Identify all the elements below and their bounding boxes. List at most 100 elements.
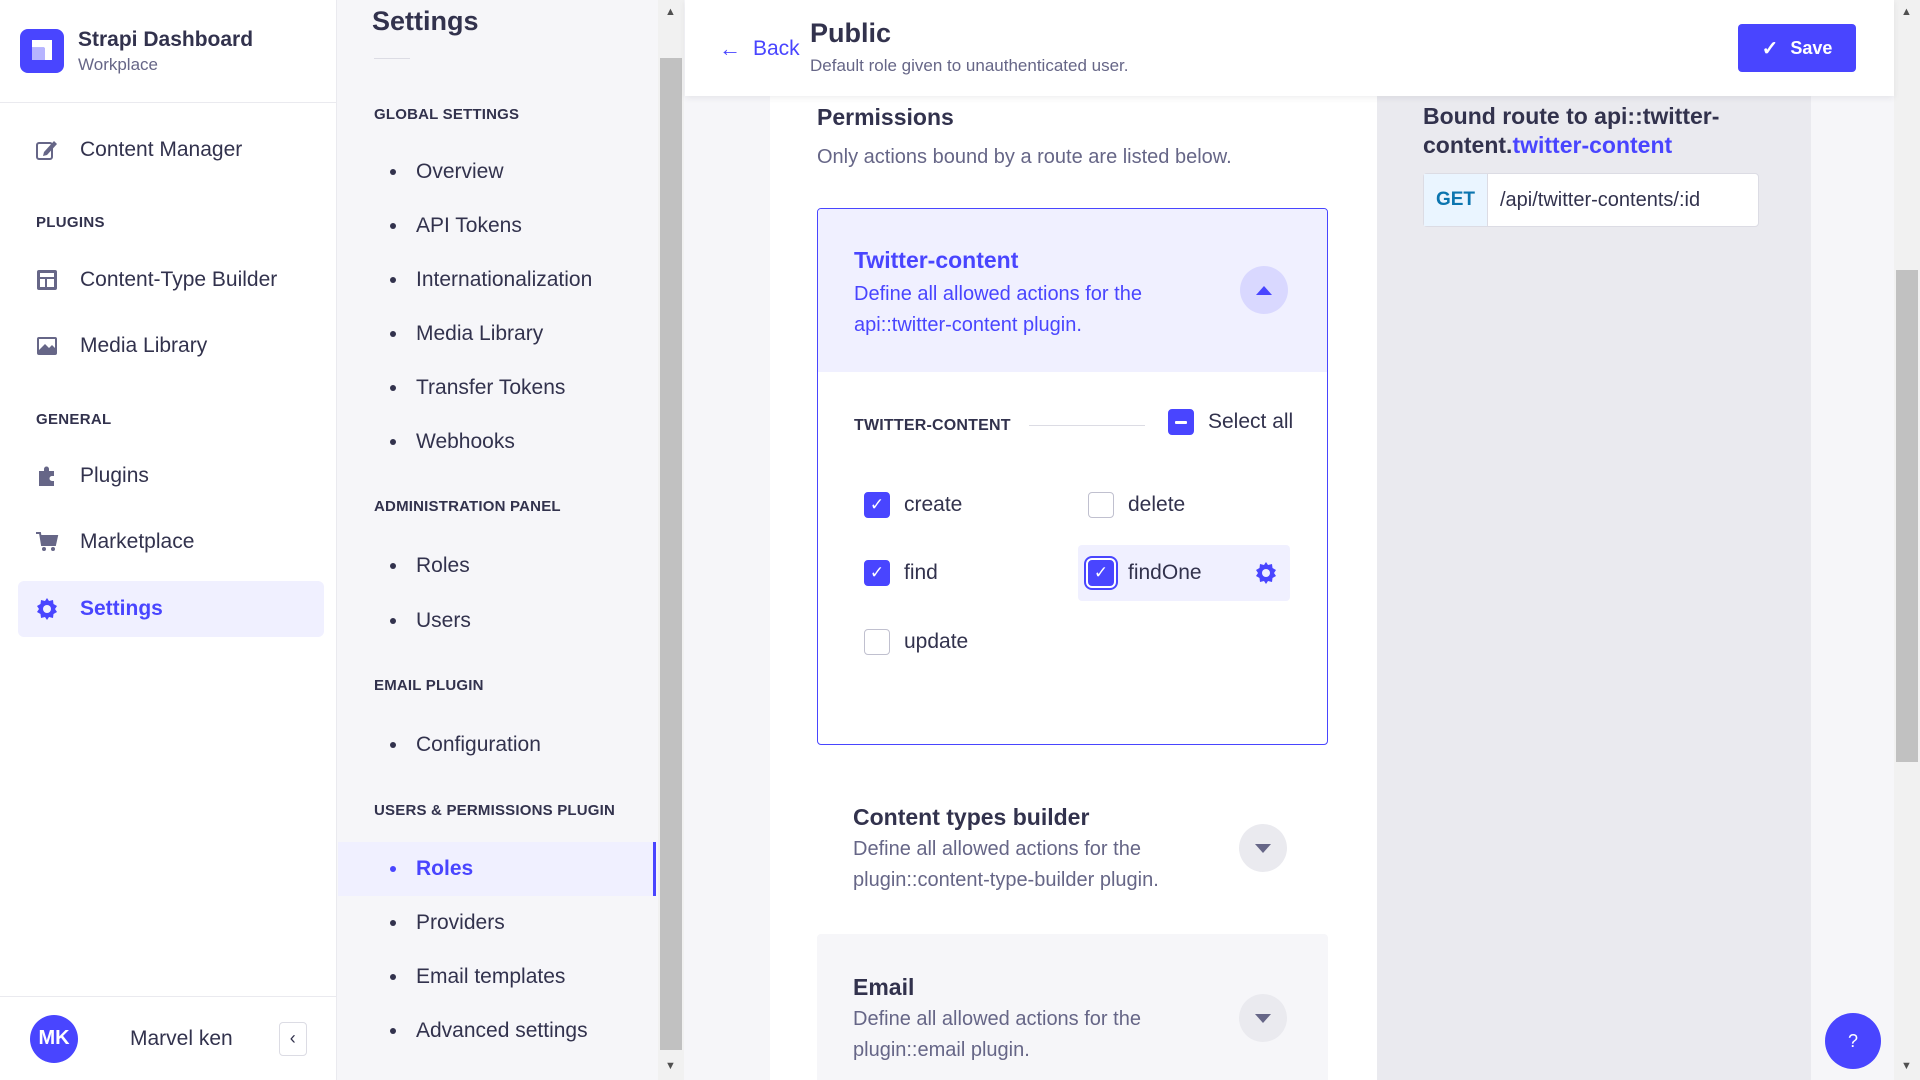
bullet-icon (390, 385, 396, 391)
collapse-nav-button[interactable]: ‹ (278, 1021, 307, 1056)
sub-item-webhooks[interactable]: Webhooks (338, 415, 656, 469)
sub-item-transfer-tokens[interactable]: Transfer Tokens (338, 361, 656, 415)
accordion-header[interactable]: Twitter-content Define all allowed actio… (818, 209, 1327, 372)
sub-item-advanced-settings[interactable]: Advanced settings (338, 1004, 656, 1058)
sub-item-label: Transfer Tokens (416, 376, 566, 399)
nav-label: Settings (80, 597, 163, 620)
main-navigation: Strapi Dashboard Workplace Content Manag… (0, 0, 337, 1080)
accordion-toggle-button[interactable] (1240, 266, 1288, 314)
sub-item-label: API Tokens (416, 214, 522, 237)
sub-item-email-templates[interactable]: Email templates (338, 950, 656, 1004)
bullet-icon (390, 169, 396, 175)
action-update[interactable]: update (854, 614, 968, 670)
nav-label: Media Library (80, 334, 208, 357)
arrow-left-icon: ← (719, 36, 741, 61)
action-delete[interactable]: delete (1078, 477, 1185, 533)
accordion-twitter-content: Twitter-content Define all allowed actio… (817, 208, 1328, 745)
scroll-down-arrow-icon[interactable]: ▼ (665, 1060, 676, 1072)
help-button[interactable]: ? (1825, 1013, 1881, 1069)
check-icon: ✓ (1761, 37, 1779, 60)
page-description: Default role given to unauthenticated us… (810, 56, 1129, 75)
bullet-icon (390, 618, 396, 624)
scroll-up-arrow-icon[interactable]: ▲ (1901, 6, 1912, 18)
accordion-description: Define all allowed actions for the api::… (854, 283, 1142, 336)
action-findone[interactable]: ✓ findOne (1078, 545, 1290, 601)
checkbox-unchecked-icon[interactable] (864, 629, 890, 655)
save-button[interactable]: ✓ Save (1738, 24, 1856, 72)
indeterminate-checkbox-icon[interactable] (1168, 409, 1194, 435)
sub-item-api-tokens[interactable]: API Tokens (338, 199, 656, 253)
user-name[interactable]: Marvel ken (130, 1027, 233, 1051)
content-scrollbar[interactable]: ▲ ▼ (1894, 0, 1920, 1080)
action-find[interactable]: ✓ find (854, 545, 938, 601)
nav-media-library[interactable]: Media Library (18, 318, 324, 374)
checkbox-unchecked-icon[interactable] (1088, 492, 1114, 518)
nav-content-type-builder[interactable]: Content-Type Builder (18, 252, 324, 308)
brand-name: Strapi Dashboard (78, 27, 254, 51)
nav-section-general: GENERAL (36, 411, 112, 428)
nav-plugins[interactable]: Plugins (18, 448, 324, 504)
sub-item-label: Overview (416, 160, 504, 183)
select-all-checkbox[interactable]: Select all (1168, 409, 1293, 435)
bullet-icon (390, 1028, 396, 1034)
accordion-description: Define all allowed actions for the plugi… (853, 1008, 1141, 1061)
accordion-content-types-builder[interactable]: Content types builder Define all allowed… (817, 764, 1328, 934)
strapi-logo-icon (20, 29, 64, 73)
sub-item-label: Providers (416, 911, 505, 934)
back-link[interactable]: ← Back (719, 36, 800, 62)
page-title: Public (810, 18, 892, 48)
nav-settings[interactable]: Settings (18, 581, 324, 637)
sub-item-label: Email templates (416, 965, 566, 988)
scroll-down-arrow-icon[interactable]: ▼ (1901, 1060, 1912, 1072)
gear-icon[interactable] (1254, 561, 1278, 585)
accordion-email[interactable]: Email Define all allowed actions for the… (817, 934, 1328, 1080)
sub-item-overview[interactable]: Overview (338, 145, 656, 199)
sub-item-up-roles[interactable]: Roles (338, 842, 656, 896)
scroll-up-arrow-icon[interactable]: ▲ (665, 6, 676, 18)
sub-nav-scrollbar[interactable]: ▲ ▼ (658, 0, 684, 1080)
nav-section-plugins: PLUGINS (36, 214, 105, 231)
sub-item-users[interactable]: Users (338, 594, 656, 648)
section-email-plugin: EMAIL PLUGIN (374, 677, 484, 694)
settings-sub-navigation: Settings GLOBAL SETTINGS Overview API To… (338, 0, 684, 1080)
cart-icon (34, 529, 60, 555)
scrollbar-thumb[interactable] (660, 58, 682, 1050)
accordion-toggle-button[interactable] (1239, 994, 1287, 1042)
page-header: ← Back Public Default role given to unau… (685, 0, 1894, 96)
save-label: Save (1790, 37, 1833, 58)
settings-title: Settings (372, 6, 479, 36)
caret-down-icon (1255, 843, 1271, 853)
action-label: create (904, 493, 963, 516)
bullet-icon (390, 223, 396, 229)
checkbox-checked-icon[interactable]: ✓ (864, 492, 890, 518)
sub-item-internationalization[interactable]: Internationalization (338, 253, 656, 307)
action-label: findOne (1128, 561, 1202, 584)
scrollbar-thumb[interactable] (1896, 270, 1918, 762)
back-label: Back (753, 37, 800, 60)
gear-icon (34, 596, 60, 622)
checkbox-checked-icon[interactable]: ✓ (1088, 560, 1114, 586)
avatar[interactable]: MK (30, 1014, 78, 1063)
sub-item-configuration[interactable]: Configuration (338, 718, 656, 772)
bullet-icon (390, 331, 396, 337)
caret-up-icon (1256, 285, 1272, 295)
sub-item-label: Advanced settings (416, 1019, 588, 1042)
route-title-highlight: twitter-content (1512, 132, 1673, 158)
nav-label: Content Manager (80, 138, 243, 161)
sub-item-providers[interactable]: Providers (338, 896, 656, 950)
nav-content-manager[interactable]: Content Manager (18, 122, 324, 178)
accordion-title: Email (853, 974, 915, 1000)
sub-item-media-library[interactable]: Media Library (338, 307, 656, 361)
http-method-badge: GET (1424, 174, 1488, 226)
caret-down-icon (1255, 1013, 1271, 1023)
edit-icon (34, 137, 60, 163)
accordion-description: Define all allowed actions for the plugi… (853, 838, 1159, 891)
accordion-toggle-button[interactable] (1239, 824, 1287, 872)
action-create[interactable]: ✓ create (854, 477, 962, 533)
bullet-icon (390, 439, 396, 445)
checkbox-checked-icon[interactable]: ✓ (864, 560, 890, 586)
nav-marketplace[interactable]: Marketplace (18, 514, 324, 570)
bound-route-title: Bound route to api::twitter-content.twit… (1423, 102, 1783, 160)
bullet-icon (390, 974, 396, 980)
sub-item-admin-roles[interactable]: Roles (338, 539, 656, 593)
